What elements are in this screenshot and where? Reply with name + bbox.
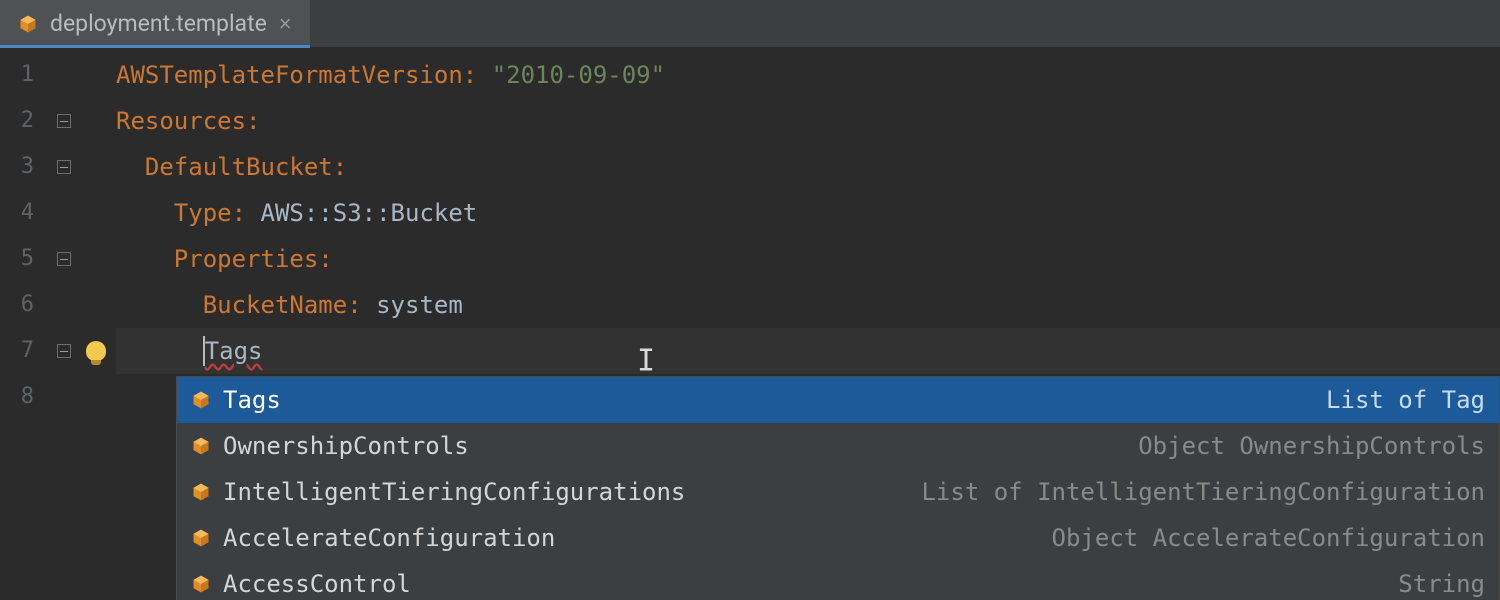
code-line[interactable]: Resources:: [116, 98, 1500, 144]
suggestion-name: IntelligentTieringConfigurations: [223, 478, 685, 506]
line-number: 8: [0, 374, 52, 420]
suggestion-type: Object AccelerateConfiguration: [567, 524, 1485, 552]
suggestion-item[interactable]: AccelerateConfiguration Object Accelerat…: [177, 515, 1499, 561]
code-area[interactable]: AWSTemplateFormatVersion: "2010-09-09" R…: [116, 48, 1500, 600]
line-number-gutter: 1 2 3 4 5 6 7 8: [0, 48, 52, 600]
code-line[interactable]: Type: AWS::S3::Bucket: [116, 190, 1500, 236]
suggestion-name: AccelerateConfiguration: [223, 524, 555, 552]
property-icon: [191, 436, 211, 456]
cloudformation-icon: [18, 14, 38, 34]
suggestion-item[interactable]: OwnershipControls Object OwnershipContro…: [177, 423, 1499, 469]
suggestion-type: List of Tag: [293, 386, 1485, 414]
code-line[interactable]: Properties:: [116, 236, 1500, 282]
tab-label: deployment.template: [50, 10, 267, 37]
line-number: 3: [0, 144, 52, 190]
property-icon: [191, 390, 211, 410]
suggestion-name: OwnershipControls: [223, 432, 469, 460]
suggestion-name: Tags: [223, 386, 281, 414]
tab-deployment-template[interactable]: deployment.template ×: [0, 0, 310, 47]
line-number: 6: [0, 282, 52, 328]
line-number: 7: [0, 328, 52, 374]
tab-bar: deployment.template ×: [0, 0, 1500, 48]
fold-gutter: [52, 48, 76, 600]
fold-toggle[interactable]: [57, 252, 71, 266]
code-line[interactable]: DefaultBucket:: [116, 144, 1500, 190]
suggestion-item[interactable]: AccessControl String: [177, 561, 1499, 600]
suggestion-name: AccessControl: [223, 570, 411, 598]
code-line-current[interactable]: Tags: [116, 328, 1500, 374]
line-number: 1: [0, 52, 52, 98]
line-number: 2: [0, 98, 52, 144]
suggestion-type: String: [423, 570, 1485, 598]
property-icon: [191, 528, 211, 548]
suggestion-item[interactable]: IntelligentTieringConfigurations List of…: [177, 469, 1499, 515]
suggestion-type: List of IntelligentTieringConfiguration: [697, 478, 1485, 506]
property-icon: [191, 482, 211, 502]
property-icon: [191, 574, 211, 594]
line-number: 5: [0, 236, 52, 282]
code-line[interactable]: BucketName: system: [116, 282, 1500, 328]
close-icon[interactable]: ×: [279, 13, 292, 35]
fold-toggle[interactable]: [57, 160, 71, 174]
editor[interactable]: 1 2 3 4 5 6 7 8 AWSTemplateFormatVersion…: [0, 48, 1500, 600]
suggestion-item[interactable]: Tags List of Tag: [177, 377, 1499, 423]
suggestion-type: Object OwnershipControls: [481, 432, 1485, 460]
code-line[interactable]: AWSTemplateFormatVersion: "2010-09-09": [116, 52, 1500, 98]
line-number: 4: [0, 190, 52, 236]
fold-toggle[interactable]: [57, 114, 71, 128]
lightbulb-icon[interactable]: [86, 341, 106, 361]
autocomplete-popup: Tags List of Tag OwnershipControls Objec…: [176, 376, 1500, 600]
hint-gutter: [76, 48, 116, 600]
fold-toggle[interactable]: [57, 344, 71, 358]
